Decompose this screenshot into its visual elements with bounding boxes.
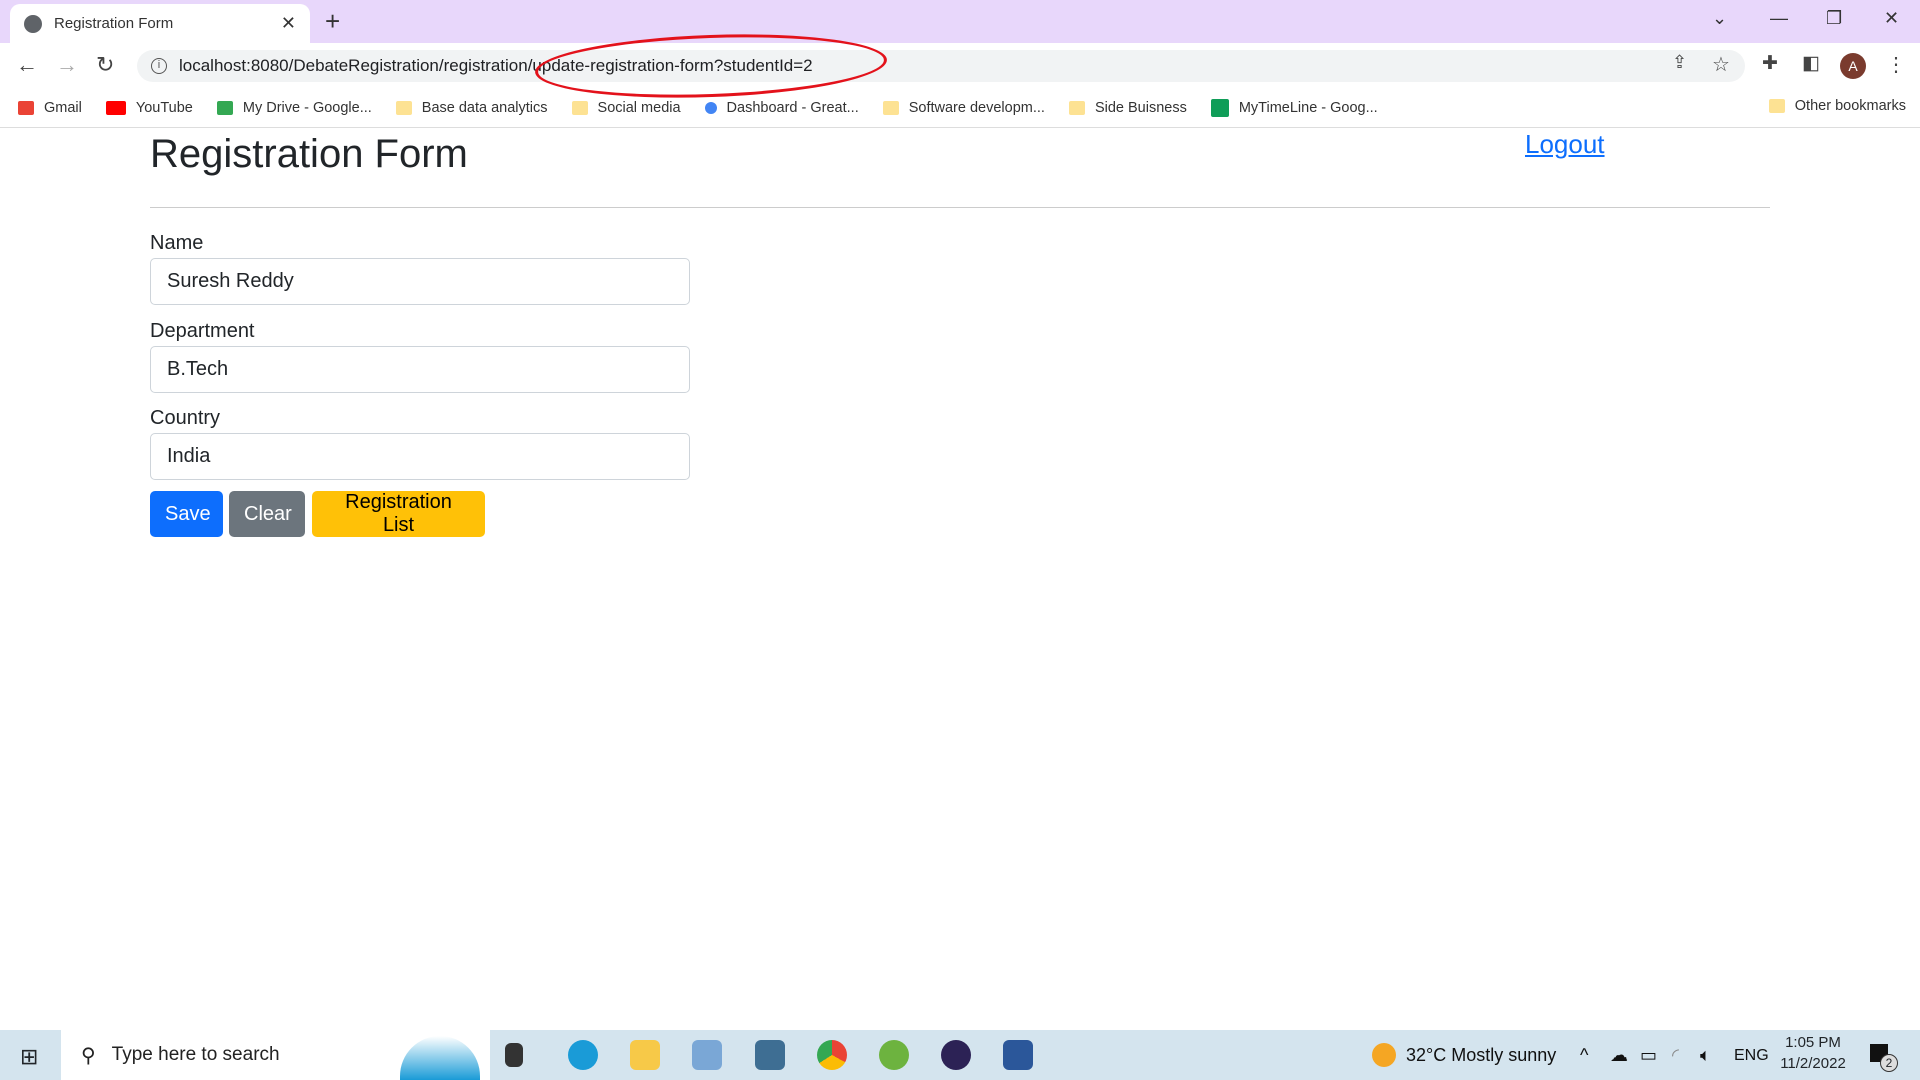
registration-list-button[interactable]: Registration List: [312, 491, 485, 537]
minimize-button[interactable]: —: [1770, 8, 1788, 29]
notification-count: 2: [1880, 1054, 1898, 1072]
search-icon: ⚲: [81, 1044, 96, 1067]
bookmark-social-media[interactable]: Social media: [571, 100, 681, 116]
close-tab-icon[interactable]: ✕: [281, 13, 296, 34]
profile-avatar[interactable]: A: [1840, 53, 1866, 79]
menu-icon[interactable]: ⋮: [1886, 52, 1906, 77]
remote-desktop-icon[interactable]: [692, 1040, 722, 1070]
battery-icon[interactable]: ▭: [1640, 1045, 1657, 1066]
weather-text[interactable]: 32°C Mostly sunny: [1406, 1045, 1556, 1066]
youtube-icon: [105, 100, 126, 115]
country-input[interactable]: [150, 433, 690, 480]
forward-icon[interactable]: →: [56, 52, 78, 78]
name-label: Name: [150, 232, 204, 254]
close-window-button[interactable]: ✕: [1884, 8, 1899, 29]
tab-title: Registration Form: [54, 15, 174, 32]
word-icon[interactable]: [1003, 1040, 1033, 1070]
mysql-workbench-icon[interactable]: [755, 1040, 785, 1070]
clear-button[interactable]: Clear: [229, 491, 305, 537]
bookmark-my-drive[interactable]: My Drive - Google...: [216, 100, 372, 116]
bookmark-software-development[interactable]: Software developm...: [882, 100, 1045, 116]
google-icon: [704, 101, 717, 114]
time: 1:05 PM: [1785, 1034, 1841, 1051]
date: 11/2/2022: [1780, 1055, 1846, 1072]
clock[interactable]: 1:05 PM 11/2/2022: [1778, 1034, 1848, 1072]
back-icon[interactable]: ←: [16, 52, 38, 78]
side-panel-icon[interactable]: ◧: [1802, 52, 1820, 75]
chrome-icon[interactable]: [817, 1040, 847, 1070]
show-hidden-icons[interactable]: ^: [1580, 1045, 1588, 1066]
windows-start-icon[interactable]: ⊞: [20, 1044, 38, 1070]
share-icon[interactable]: ⇪: [1672, 52, 1687, 73]
airplane-illustration: [400, 1036, 480, 1080]
tab-search-icon[interactable]: ⌄: [1712, 8, 1727, 29]
weather-icon[interactable]: [1372, 1043, 1396, 1067]
bookmark-dashboard[interactable]: Dashboard - Great...: [704, 100, 859, 116]
divider: [150, 207, 1770, 208]
bookmark-mytimeline[interactable]: MyTimeLine - Goog...: [1210, 98, 1378, 117]
bookmark-base-data-analytics[interactable]: Base data analytics: [395, 100, 548, 116]
folder-icon: [1768, 99, 1785, 113]
eclipse-icon[interactable]: [941, 1040, 971, 1070]
bookmarks-bar: Gmail YouTube My Drive - Google... Base …: [0, 88, 1920, 128]
taskbar-search[interactable]: ⚲ Type here to search: [61, 1030, 490, 1080]
task-view-icon[interactable]: [505, 1043, 523, 1067]
wifi-icon[interactable]: ◜: [1672, 1045, 1679, 1066]
restore-button[interactable]: ❐: [1826, 8, 1842, 29]
info-icon[interactable]: i: [151, 58, 167, 74]
country-label: Country: [150, 407, 221, 429]
sheets-icon: [1210, 98, 1229, 117]
language-indicator[interactable]: ENG: [1734, 1047, 1769, 1065]
bookmark-star-icon[interactable]: ☆: [1712, 52, 1730, 77]
folder-icon: [1068, 100, 1085, 115]
globe-icon: [24, 14, 42, 33]
extensions-icon[interactable]: ✚: [1762, 52, 1778, 75]
new-tab-button[interactable]: +: [325, 6, 340, 37]
bookmark-gmail[interactable]: Gmail: [18, 100, 82, 116]
volume-icon[interactable]: 🔈︎: [1700, 1045, 1711, 1066]
folder-icon: [571, 100, 588, 115]
gmail-icon: [18, 100, 34, 115]
bookmark-side-business[interactable]: Side Buisness: [1068, 100, 1187, 116]
drive-icon: [216, 100, 233, 115]
spring-tool-suite-icon[interactable]: [879, 1040, 909, 1070]
reload-icon[interactable]: ↻: [96, 52, 114, 78]
onedrive-icon[interactable]: ☁: [1610, 1045, 1628, 1066]
page-title: Registration Form: [150, 132, 468, 176]
address-bar[interactable]: i localhost:8080/DebateRegistration/regi…: [137, 50, 1745, 82]
other-bookmarks[interactable]: Other bookmarks: [1768, 98, 1906, 114]
department-label: Department: [150, 320, 255, 342]
save-button[interactable]: Save: [150, 491, 223, 537]
edge-icon[interactable]: [568, 1040, 598, 1070]
logout-link[interactable]: Logout: [1525, 129, 1605, 160]
name-input[interactable]: [150, 258, 690, 305]
file-explorer-icon[interactable]: [630, 1040, 660, 1070]
folder-icon: [882, 100, 899, 115]
department-input[interactable]: [150, 346, 690, 393]
tab-registration-form[interactable]: Registration Form ✕: [10, 4, 310, 43]
bookmark-youtube[interactable]: YouTube: [105, 100, 193, 116]
folder-icon: [395, 100, 412, 115]
